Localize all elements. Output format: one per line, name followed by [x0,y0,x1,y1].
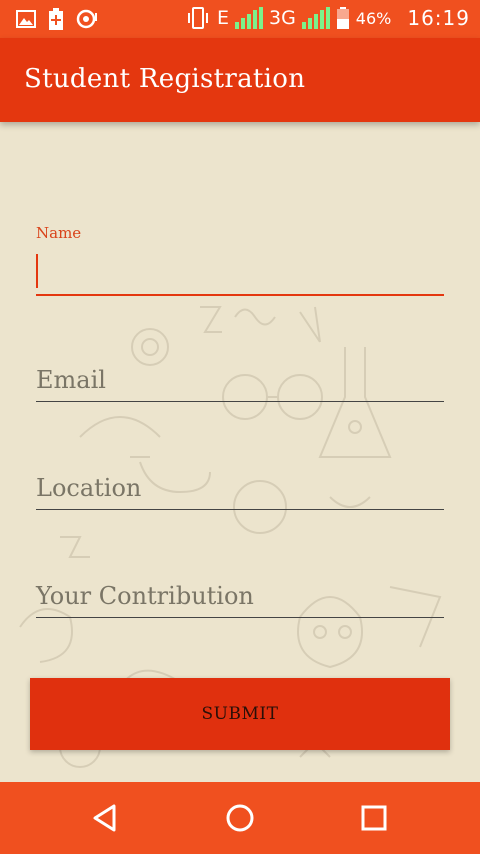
registration-form: Name Email Location Your Contribution SU… [0,122,480,782]
submit-button[interactable]: SUBMIT [30,678,450,750]
back-icon[interactable] [90,802,122,834]
fuel-icon [76,9,97,29]
location-placeholder: Location [36,474,142,502]
image-icon [16,10,36,28]
contribution-placeholder: Your Contribution [36,582,254,610]
network-e-label: E [216,7,229,29]
contribution-field[interactable]: Your Contribution [36,568,444,618]
email-placeholder: Email [36,366,106,394]
contribution-underline [36,617,444,618]
home-icon[interactable] [224,802,256,834]
network-3g-label: 3G [268,7,296,29]
battery-saver-icon [49,8,63,30]
signal-icon [301,7,330,29]
name-input[interactable] [36,250,444,296]
clock: 16:19 [407,6,470,30]
status-bar: E 3G 46% 16:19 [0,0,480,38]
name-underline [36,294,444,296]
location-field[interactable]: Location [36,460,444,510]
name-label: Name [36,224,82,242]
navigation-bar [0,782,480,854]
page-title: Student Registration [24,64,306,94]
recents-icon[interactable] [358,802,390,834]
battery-icon [336,7,349,29]
email-field[interactable]: Email [36,352,444,402]
signal-icon [234,7,263,29]
battery-percent: 46% [355,8,392,28]
vibrate-icon [187,7,208,29]
app-bar: Student Registration [0,38,480,122]
location-underline [36,509,444,510]
email-underline [36,401,444,402]
text-cursor [36,254,38,288]
